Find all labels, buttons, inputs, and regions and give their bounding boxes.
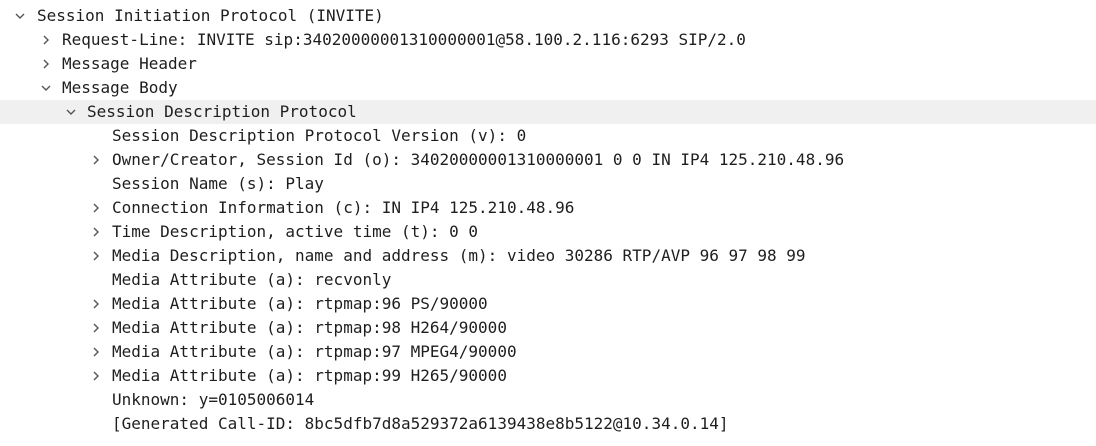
chevron-right-icon[interactable]	[86, 244, 106, 268]
chevron-right-icon[interactable]	[86, 220, 106, 244]
tree-node-sip[interactable]: Session Initiation Protocol (INVITE)	[0, 4, 1096, 28]
tree-node-label: Media Attribute (a): rtpmap:99 H265/9000…	[112, 366, 507, 385]
chevron-right-icon[interactable]	[86, 316, 106, 340]
tree-node-label: Media Attribute (a): rtpmap:98 H264/9000…	[112, 318, 507, 337]
chevron-right-icon[interactable]	[36, 52, 56, 76]
tree-node-sdp[interactable]: Session Description Protocol	[0, 100, 1096, 124]
sdp-field-media-attr-rtpmap-97[interactable]: Media Attribute (a): rtpmap:97 MPEG4/900…	[0, 340, 1096, 364]
tree-node-label: Session Description Protocol	[87, 102, 357, 121]
tree-node-message-header[interactable]: Message Header	[0, 52, 1096, 76]
tree-node-label: Media Attribute (a): rtpmap:97 MPEG4/900…	[112, 342, 517, 361]
tree-node-label: Media Attribute (a): rtpmap:96 PS/90000	[112, 294, 488, 313]
sdp-field-generated-call-id[interactable]: [Generated Call-ID: 8bc5dfb7d8a529372a61…	[0, 412, 1096, 436]
tree-node-label: Message Header	[62, 54, 197, 73]
chevron-right-icon[interactable]	[86, 340, 106, 364]
chevron-right-icon[interactable]	[86, 148, 106, 172]
chevron-right-icon[interactable]	[86, 364, 106, 388]
chevron-right-icon[interactable]	[36, 28, 56, 52]
sdp-field-owner[interactable]: Owner/Creator, Session Id (o): 340200000…	[0, 148, 1096, 172]
tree-node-label: Message Body	[62, 78, 178, 97]
sdp-field-media-attr-recvonly[interactable]: Media Attribute (a): recvonly	[0, 268, 1096, 292]
sdp-field-connection[interactable]: Connection Information (c): IN IP4 125.2…	[0, 196, 1096, 220]
tree-node-message-body[interactable]: Message Body	[0, 76, 1096, 100]
sdp-field-media-description[interactable]: Media Description, name and address (m):…	[0, 244, 1096, 268]
tree-node-label: Session Initiation Protocol (INVITE)	[37, 6, 384, 25]
tree-node-label: [Generated Call-ID: 8bc5dfb7d8a529372a61…	[112, 414, 729, 433]
chevron-down-icon[interactable]	[10, 4, 30, 28]
chevron-right-icon[interactable]	[86, 196, 106, 220]
chevron-down-icon[interactable]	[61, 100, 81, 124]
tree-node-label: Time Description, active time (t): 0 0	[112, 222, 479, 241]
tree-node-request-line[interactable]: Request-Line: INVITE sip:340200000013100…	[0, 28, 1096, 52]
sdp-field-unknown[interactable]: Unknown: y=0105006014	[0, 388, 1096, 412]
sdp-field-time[interactable]: Time Description, active time (t): 0 0	[0, 220, 1096, 244]
sdp-field-session-name[interactable]: Session Name (s): Play	[0, 172, 1096, 196]
tree-node-label: Media Description, name and address (m):…	[112, 246, 806, 265]
packet-details-tree: Session Initiation Protocol (INVITE) Req…	[0, 4, 1096, 436]
tree-node-label: Unknown: y=0105006014	[112, 390, 315, 409]
chevron-right-icon[interactable]	[86, 292, 106, 316]
sdp-field-version[interactable]: Session Description Protocol Version (v)…	[0, 124, 1096, 148]
tree-node-label: Session Description Protocol Version (v)…	[112, 126, 527, 145]
tree-node-label: Media Attribute (a): recvonly	[112, 270, 392, 289]
tree-node-label: Session Name (s): Play	[112, 174, 324, 193]
tree-node-label: Owner/Creator, Session Id (o): 340200000…	[112, 150, 845, 169]
sdp-field-media-attr-rtpmap-98[interactable]: Media Attribute (a): rtpmap:98 H264/9000…	[0, 316, 1096, 340]
tree-node-label: Connection Information (c): IN IP4 125.2…	[112, 198, 575, 217]
chevron-down-icon[interactable]	[36, 76, 56, 100]
tree-node-label: Request-Line: INVITE sip:340200000013100…	[62, 30, 746, 49]
sdp-field-media-attr-rtpmap-96[interactable]: Media Attribute (a): rtpmap:96 PS/90000	[0, 292, 1096, 316]
sdp-field-media-attr-rtpmap-99[interactable]: Media Attribute (a): rtpmap:99 H265/9000…	[0, 364, 1096, 388]
